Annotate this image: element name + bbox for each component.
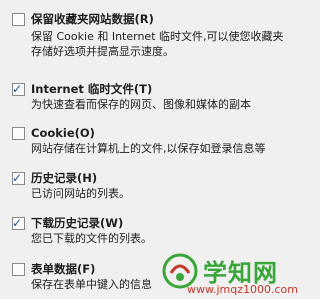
download-history-checkbox[interactable]: ✓ [12,216,25,230]
temp-files-desc: 为快速查看而保存的网页、图像和媒体的副本 [31,98,251,111]
form-data-label[interactable]: 表单数据(F) [31,262,95,276]
checkmark-icon: ✓ [12,82,23,96]
form-data-checkbox[interactable] [12,263,25,276]
preserve-favorites-desc-line1: 保留 Cookie 和 Internet 临时文件,可以使您收藏夹 [31,30,284,43]
history-label[interactable]: 历史记录(H) [31,171,97,185]
preserve-favorites-desc-line2: 存储好选项并提高显示速度。 [31,45,174,58]
checkmark-icon: ✓ [12,171,23,185]
cookies-desc: 网站存储在计算机上的文件,以保存如登录信息等 [31,142,266,155]
cookies-checkbox[interactable] [12,127,25,140]
site-watermark: 学知网 www.jmqz1000.com [161,245,298,296]
temp-files-checkbox[interactable]: ✓ [12,82,25,96]
download-history-label[interactable]: 下载历史记录(W) [31,216,123,230]
history-desc: 已访问网站的列表。 [31,187,130,200]
history-checkbox[interactable]: ✓ [12,171,25,185]
cookies-label[interactable]: Cookie(O) [31,126,95,140]
checkmark-icon: ✓ [12,216,23,230]
download-history-desc: 您已下载的文件的列表。 [31,232,152,245]
watermark-url: www.jmqz1000.com [187,283,298,296]
temp-files-label[interactable]: Internet 临时文件(T) [31,82,152,96]
preserve-favorites-label[interactable]: 保留收藏夹网站数据(R) [31,12,154,26]
preserve-favorites-checkbox[interactable] [12,13,25,26]
